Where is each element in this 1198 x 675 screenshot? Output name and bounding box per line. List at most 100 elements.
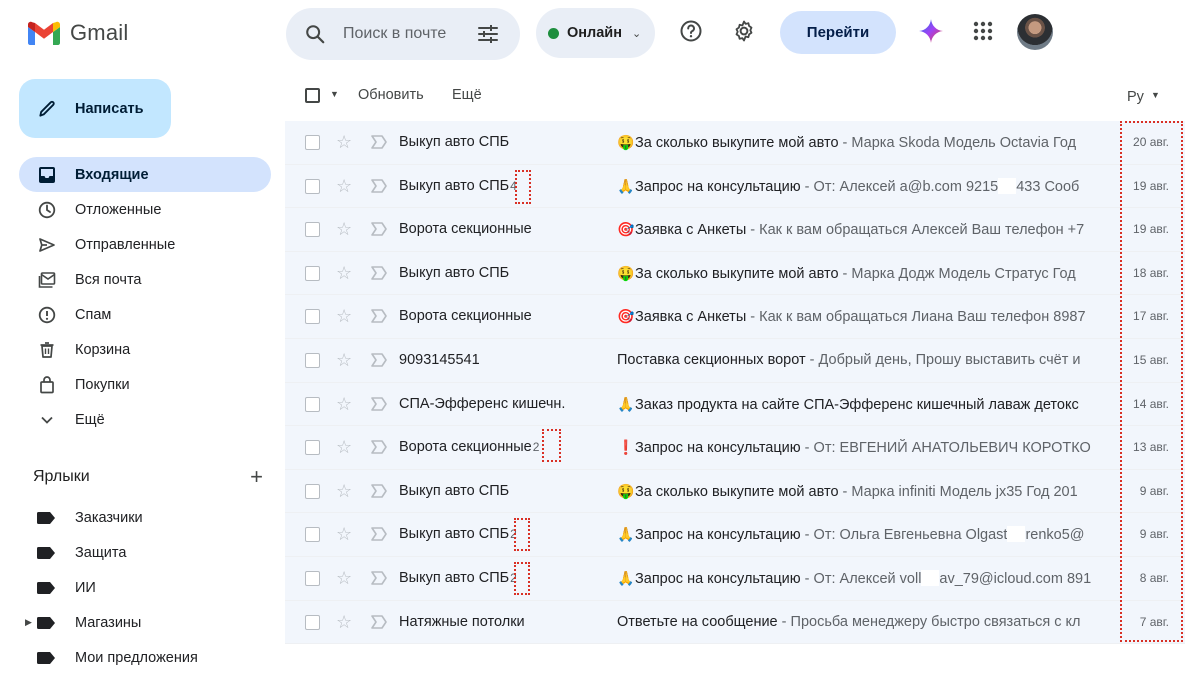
row-checkbox[interactable] [305,527,320,543]
importance-marker-icon[interactable] [370,483,388,499]
gmail-logo[interactable]: Gmail [28,20,128,46]
compose-button[interactable]: Написать [19,79,171,138]
apps-grid-icon[interactable] [970,18,996,44]
avatar[interactable] [1017,14,1053,50]
email-subject: Заказ продукта на сайте СПА-Эфференс киш… [635,396,1079,413]
importance-marker-icon[interactable] [370,396,388,412]
email-snippet: - Марка Додж Модель Стратус Год [838,265,1076,282]
star-icon[interactable]: ☆ [336,568,352,589]
email-row[interactable]: ☆ Выкуп авто СПБ 🤑За сколько выкупите мо… [285,251,1185,296]
email-message: 🙏Запрос на консультацию - От: Алексей a@… [617,177,1109,195]
star-icon[interactable]: ☆ [336,350,352,371]
importance-marker-icon[interactable] [370,526,388,542]
email-row[interactable]: ☆ Ворота секционные2 ❗Запрос на консульт… [285,426,1185,470]
email-sender: Выкуп авто СПБ2 [399,570,517,586]
thread-count: 2 [510,570,517,585]
row-checkbox[interactable] [305,440,320,456]
star-icon[interactable]: ☆ [336,219,352,240]
input-language-label[interactable]: Ру [1127,89,1144,105]
gear-icon[interactable] [731,18,757,44]
star-icon[interactable]: ☆ [336,394,352,415]
label-item[interactable]: ИИ [19,570,271,605]
search-input[interactable]: Поиск в почте [343,25,446,43]
email-date: 17 авг. [1133,309,1169,324]
importance-marker-icon[interactable] [370,570,388,586]
email-row[interactable]: ☆ Натяжные потолки Ответьте на сообщение… [285,600,1185,645]
label-item[interactable]: ▶ Магазины [19,605,271,640]
subject-emoji: 🙏 [617,569,635,586]
mail-toolbar: ▼ Обновить Ещё Ру ▼ [285,72,1185,120]
importance-marker-icon[interactable] [370,221,388,237]
more-button[interactable]: Ещё [452,87,482,103]
row-checkbox[interactable] [305,222,320,238]
email-row[interactable]: ☆ Выкуп авто СПБ4 🙏Запрос на консультаци… [285,164,1185,209]
importance-marker-icon[interactable] [370,352,388,368]
email-subject: Заявка с Анкеты [635,222,747,239]
search-icon[interactable] [304,23,326,45]
email-snippet: - Как к вам обращаться Лиана Ваш телефон… [746,309,1086,326]
star-icon[interactable]: ☆ [336,176,352,197]
email-sender: 9093145541 [399,352,481,368]
importance-marker-icon[interactable] [370,134,388,150]
label-item[interactable]: Защита [19,535,271,570]
sidebar-item-more[interactable]: Ещё [19,402,271,437]
add-label-icon[interactable]: + [250,466,263,488]
row-checkbox[interactable] [305,352,320,368]
row-checkbox[interactable] [305,178,320,194]
status-dropdown[interactable]: Онлайн ⌄ [536,8,655,58]
email-date: 9 авг. [1139,483,1169,498]
row-checkbox[interactable] [305,614,320,630]
gemini-icon[interactable] [918,18,944,44]
goto-button[interactable]: Перейти [780,11,896,54]
email-row[interactable]: ☆ Выкуп авто СПБ2 🙏Запрос на консультаци… [285,513,1185,557]
select-all-checkbox[interactable] [305,88,320,103]
refresh-button[interactable]: Обновить [358,87,424,103]
star-icon[interactable]: ☆ [336,437,352,458]
language-caret-icon[interactable]: ▼ [1151,90,1160,100]
email-message: 🙏Запрос на консультацию - От: Ольга Евге… [617,526,1109,543]
tune-icon[interactable] [476,22,500,46]
expand-arrow-icon[interactable]: ▶ [25,617,32,628]
email-row[interactable]: ☆ Ворота секционные 🎯Заявка с Анкеты - К… [285,208,1185,252]
row-checkbox[interactable] [305,396,320,412]
email-date: 14 авг. [1133,396,1169,411]
label-item[interactable]: Мои предложения [19,640,271,675]
email-row[interactable]: ☆ СПА-Эфференс кишечн. 🙏Заказ продукта н… [285,382,1185,427]
sidebar-item-inbox[interactable]: Входящие [19,157,271,192]
star-icon[interactable]: ☆ [336,481,352,502]
search-bar[interactable]: Поиск в почте [286,8,520,60]
email-message: ❗Запрос на консультацию - От: ЕВГЕНИЙ АН… [617,439,1109,456]
importance-marker-icon[interactable] [370,265,388,281]
sidebar-item-sent[interactable]: Отправленные [19,227,271,262]
star-icon[interactable]: ☆ [336,524,352,545]
sidebar-item-trash[interactable]: Корзина [19,332,271,367]
row-checkbox[interactable] [305,135,320,150]
email-row[interactable]: ☆ Ворота секционные 🎯Заявка с Анкеты - К… [285,295,1185,339]
email-row[interactable]: ☆ Выкуп авто СПБ2 🙏Запрос на консультаци… [285,556,1185,601]
star-icon[interactable]: ☆ [336,306,352,327]
sidebar-item-snoozed[interactable]: Отложенные [19,192,271,227]
label-item[interactable]: Заказчики [19,500,271,535]
sender-name: Выкуп авто СПБ [399,482,510,499]
select-caret-icon[interactable]: ▼ [330,89,339,99]
star-icon[interactable]: ☆ [336,612,352,633]
row-checkbox[interactable] [305,570,320,586]
email-row[interactable]: ☆ Выкуп авто СПБ 🤑За сколько выкупите мо… [285,469,1185,514]
help-icon[interactable] [678,18,704,44]
email-row[interactable]: ☆ 9093145541 Поставка секционных ворот -… [285,338,1185,383]
sidebar-item-purchases[interactable]: Покупки [19,367,271,402]
star-icon[interactable]: ☆ [336,132,352,153]
sidebar-item-all-mail[interactable]: Вся почта [19,262,271,297]
sidebar-item-spam[interactable]: Спам [19,297,271,332]
email-row[interactable]: ☆ Выкуп авто СПБ 🤑За сколько выкупите мо… [285,121,1185,165]
email-subject: Запрос на консультацию [635,178,801,195]
sender-name: Выкуп авто СПБ [399,177,510,194]
row-checkbox[interactable] [305,309,320,325]
star-icon[interactable]: ☆ [336,263,352,284]
importance-marker-icon[interactable] [370,614,388,630]
row-checkbox[interactable] [305,483,320,499]
row-checkbox[interactable] [305,265,320,281]
importance-marker-icon[interactable] [370,178,388,194]
importance-marker-icon[interactable] [370,439,388,455]
importance-marker-icon[interactable] [370,308,388,324]
